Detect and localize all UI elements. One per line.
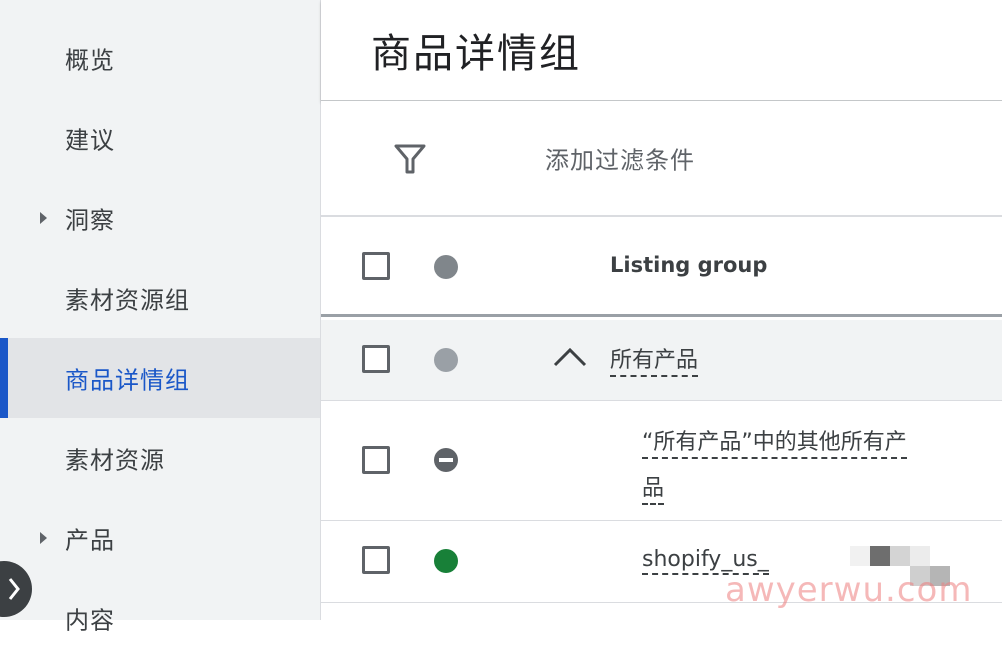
row-checkbox[interactable] xyxy=(362,345,390,373)
sidebar-item-asset-groups[interactable]: 素材资源组 xyxy=(0,258,320,338)
sidebar-item-label: 洞察 xyxy=(65,206,115,235)
chevron-right-icon xyxy=(8,578,20,600)
row-checkbox[interactable] xyxy=(362,546,390,574)
listing-group-name-line2[interactable]: 品 xyxy=(642,470,665,505)
excluded-status-icon xyxy=(434,448,458,472)
sidebar-item-assets[interactable]: 素材资源 xyxy=(0,418,320,498)
sidebar-item-label: 素材资源组 xyxy=(65,286,190,315)
sidebar-item-label: 商品详情组 xyxy=(65,366,190,395)
select-all-checkbox[interactable] xyxy=(362,252,390,280)
page-title: 商品详情组 xyxy=(371,31,581,77)
sidebar-item-insights[interactable]: 洞察 xyxy=(0,178,320,258)
filter-icon[interactable] xyxy=(393,142,427,176)
caret-right-icon xyxy=(40,532,47,544)
add-filter-label[interactable]: 添加过滤条件 xyxy=(545,141,695,176)
table-header-row: Listing group xyxy=(321,217,1002,317)
sidebar-item-label: 产品 xyxy=(65,526,115,555)
status-dot xyxy=(434,348,458,372)
active-indicator xyxy=(0,338,8,418)
watermark: awyerwu.com xyxy=(725,570,973,610)
column-header-listing-group[interactable]: Listing group xyxy=(610,253,767,277)
sidebar-item-products[interactable]: 产品 xyxy=(0,498,320,578)
caret-right-icon xyxy=(40,212,47,224)
table-row: 所有产品 xyxy=(321,320,1002,401)
minus-glyph xyxy=(439,458,453,462)
chevron-up-icon[interactable] xyxy=(552,345,588,369)
sidebar-item-label: 建议 xyxy=(65,126,115,155)
row-checkbox[interactable] xyxy=(362,446,390,474)
sidebar-item-overview[interactable]: 概览 xyxy=(0,18,320,98)
sidebar-item-listing-groups[interactable]: 商品详情组 xyxy=(0,338,320,418)
sidebar-item-recommendations[interactable]: 建议 xyxy=(0,98,320,178)
filter-bar[interactable]: 添加过滤条件 xyxy=(321,101,1002,217)
listing-group-name[interactable]: 所有产品 xyxy=(610,342,699,377)
sidebar-item-label: 概览 xyxy=(65,46,115,75)
status-dot xyxy=(434,549,458,573)
table-row: “所有产品”中的其他所有产 品 xyxy=(321,401,1002,521)
listing-group-name-line1[interactable]: “所有产品”中的其他所有产 xyxy=(642,424,907,459)
sidebar-item-label: 内容 xyxy=(65,606,115,635)
sidebar-item-label: 素材资源 xyxy=(65,446,165,475)
page-header: 商品详情组 xyxy=(321,0,1002,101)
status-column-icon xyxy=(434,255,458,279)
sidebar-nav: 概览 建议 洞察 素材资源组 商品详情组 素材资源 产品 内容 xyxy=(0,0,321,635)
sidebar-item-content[interactable]: 内容 xyxy=(0,578,320,658)
